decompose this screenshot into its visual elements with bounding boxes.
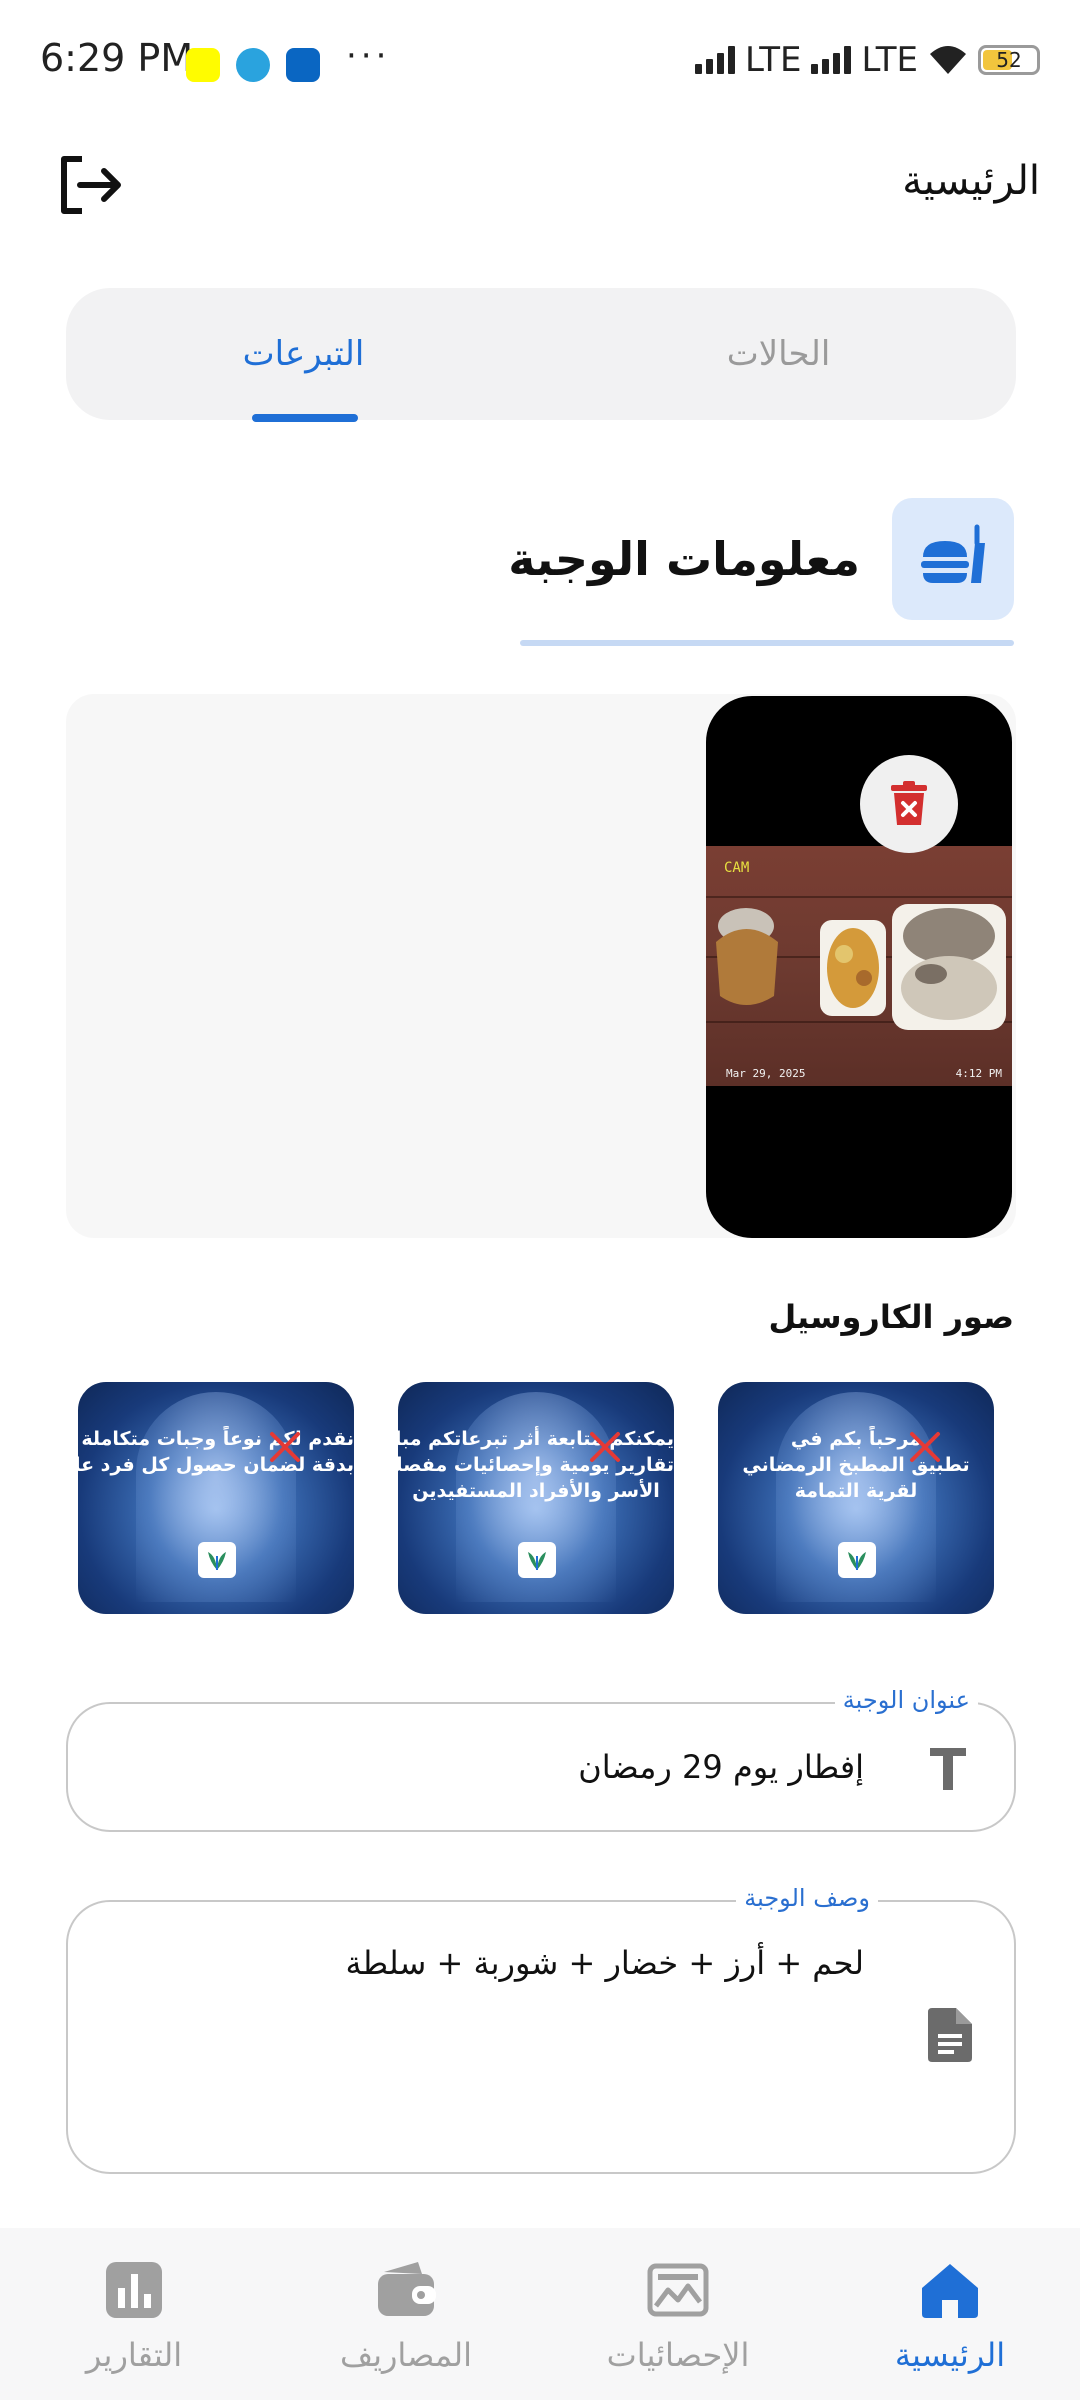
signal-icon xyxy=(694,46,735,74)
remove-card-icon[interactable] xyxy=(268,1430,302,1464)
meal-description-field[interactable]: وصف الوجبة لحم + أرز + خضار + شوربة + سل… xyxy=(66,1884,1016,2174)
more-notifications-icon: ··· xyxy=(346,36,391,76)
photo-time: 4:12 PM xyxy=(955,1067,1002,1080)
logout-icon xyxy=(61,156,121,214)
meal-title-label: عنوان الوجبة xyxy=(834,1686,978,1714)
carousel-card[interactable]: مرحباً بكم في تطبيق المطبخ الرمضاني لقري… xyxy=(718,1382,994,1614)
home-icon xyxy=(922,2264,978,2318)
wallet-icon xyxy=(378,2262,436,2316)
active-tab-indicator xyxy=(252,414,358,422)
tab-bar: الحالات التبرعات xyxy=(66,288,1016,420)
meal-description-label: وصف الوجبة xyxy=(736,1884,878,1912)
telegram-icon xyxy=(236,48,270,82)
delete-photo-button[interactable] xyxy=(860,755,958,853)
meal-section-icon-box xyxy=(892,498,1014,620)
tab-donations[interactable]: التبرعات xyxy=(66,288,541,420)
carousel-card-text: يمكنكم متابعة أثر تبرعاتكم مباشرة تقارير… xyxy=(398,1428,674,1502)
carousel-title: صور الكاروسيل xyxy=(768,1298,1014,1336)
logout-button[interactable] xyxy=(50,145,130,225)
nav-statistics-label: الإحصائيات xyxy=(606,2336,750,2374)
network-type-2: LTE xyxy=(861,40,918,80)
text-format-icon xyxy=(930,1748,966,1790)
statistics-icon xyxy=(647,2263,709,2317)
section-title: معلومات الوجبة xyxy=(508,532,860,586)
carousel-card[interactable]: يمكنكم متابعة أثر تبرعاتكم مباشرة تقارير… xyxy=(398,1382,674,1614)
nav-home[interactable]: الرئيسية xyxy=(850,2258,1050,2374)
nav-expenses-label: المصاريف xyxy=(339,2336,473,2374)
meal-title-value: إفطار يوم 29 رمضان xyxy=(578,1748,864,1786)
status-time: 6:29 PM xyxy=(40,36,194,80)
app-logo-icon xyxy=(198,1542,236,1578)
app-logo-icon xyxy=(838,1542,876,1578)
nav-home-label: الرئيسية xyxy=(894,2336,1006,2374)
document-icon xyxy=(928,2008,972,2062)
carousel-card[interactable]: نقدم لكم نوعاً وجبات متكاملة محسوبة بدقة… xyxy=(78,1382,354,1614)
section-divider xyxy=(520,640,1014,646)
signal-icon-2 xyxy=(811,46,852,74)
app-logo-icon xyxy=(518,1542,556,1578)
photo-date: Mar 29, 2025 xyxy=(726,1067,806,1080)
meal-photo[interactable]: CAM Mar 29, 2025 4:12 PM xyxy=(706,696,1012,1238)
battery-level: 52 xyxy=(996,48,1022,72)
carousel-card-text: نقدم لكم نوعاً وجبات متكاملة محسوبة بدقة… xyxy=(78,1428,354,1476)
nav-statistics[interactable]: الإحصائيات xyxy=(578,2258,778,2374)
status-bar: 6:29 PM ··· LTE LTE 52 xyxy=(0,0,1080,130)
food-containers-image xyxy=(716,904,1006,1030)
tab-cases[interactable]: الحالات xyxy=(541,288,1016,420)
page-title: الرئيسية xyxy=(902,158,1040,204)
linkedin-icon xyxy=(286,48,320,82)
remove-card-icon[interactable] xyxy=(588,1430,622,1464)
network-type-1: LTE xyxy=(744,40,802,80)
meal-icon xyxy=(921,524,985,583)
carousel-card-text: مرحباً بكم في تطبيق المطبخ الرمضاني لقري… xyxy=(742,1428,970,1502)
nav-reports-label: التقارير xyxy=(85,2336,183,2374)
meal-title-field[interactable]: عنوان الوجبة إفطار يوم 29 رمضان xyxy=(66,1686,1016,1832)
remove-card-icon[interactable] xyxy=(908,1430,942,1464)
meal-description-value: لحم + أرز + خضار + شوربة + سلطة xyxy=(345,1944,864,1982)
snapchat-icon xyxy=(186,48,220,82)
nav-expenses[interactable]: المصاريف xyxy=(306,2258,506,2374)
wifi-icon xyxy=(930,46,966,74)
trash-icon xyxy=(891,781,927,825)
reports-icon xyxy=(106,2262,162,2318)
meal-photo-scene: CAM Mar 29, 2025 4:12 PM xyxy=(706,846,1012,1086)
battery-icon: 52 xyxy=(978,45,1040,75)
nav-reports[interactable]: التقارير xyxy=(34,2258,234,2374)
